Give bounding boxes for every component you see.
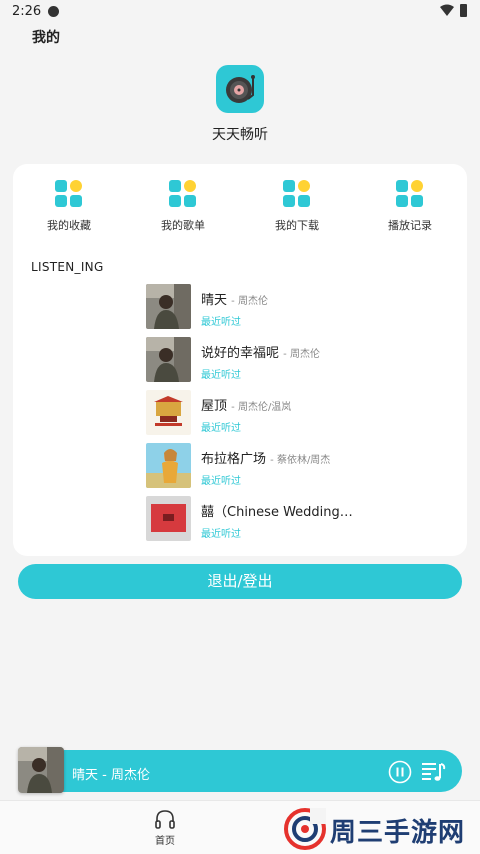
list-item[interactable]: 布拉格广场 - 蔡依林/周杰 最近听过 — [146, 443, 446, 489]
tab-home[interactable]: 首页 — [145, 808, 185, 850]
favorites-label: 我的收藏 — [47, 219, 91, 232]
history-button[interactable]: 播放记录 — [360, 180, 460, 236]
list-item[interactable]: 囍（Chinese Wedding… 最近听过 — [146, 496, 446, 542]
album-cover — [146, 496, 191, 541]
profile-name: 天天畅听 — [212, 127, 268, 143]
tab-home-label: 首页 — [155, 836, 175, 847]
song-artist: - 周杰伦 — [283, 349, 320, 360]
song-title: 囍（Chinese Wedding… — [201, 505, 353, 520]
recently-played-label: 最近听过 — [201, 370, 241, 381]
song-artist: - 周杰伦 — [231, 296, 268, 307]
list-item[interactable]: 屋顶 - 周杰伦/温岚 最近听过 — [146, 390, 446, 436]
battery-icon — [460, 4, 467, 17]
list-item[interactable]: 晴天 - 周杰伦 最近听过 — [146, 284, 446, 330]
grid-icon — [169, 180, 197, 208]
recently-played-label: 最近听过 — [201, 423, 241, 434]
wifi-icon — [440, 4, 454, 16]
recently-played-label: 最近听过 — [201, 529, 241, 540]
library-card: 我的收藏 我的歌单 我的下载 播放记录 LISTEN_ING 晴天 - 周杰伦 … — [13, 164, 467, 556]
song-title: 屋顶 - 周杰伦/温岚 — [201, 399, 292, 414]
playlists-button[interactable]: 我的歌单 — [133, 180, 233, 236]
song-artist: - 周杰伦/温岚 — [231, 402, 292, 413]
favorites-button[interactable]: 我的收藏 — [19, 180, 119, 236]
song-title: 晴天 - 周杰伦 — [201, 293, 268, 308]
pause-icon[interactable] — [388, 760, 412, 784]
section-title: LISTEN_ING — [31, 260, 104, 274]
song-artist: - 蔡依林/周杰 — [270, 455, 331, 466]
page-title: 我的 — [32, 30, 60, 46]
grid-icon — [283, 180, 311, 208]
list-item[interactable]: 说好的幸福呢 - 周杰伦 最近听过 — [146, 337, 446, 383]
album-cover — [146, 337, 191, 382]
playlist-icon[interactable] — [420, 758, 446, 784]
status-time: 2:26 — [12, 4, 42, 19]
watermark-logo-icon — [284, 808, 326, 850]
player-album-cover[interactable] — [18, 747, 64, 793]
now-playing-title: 晴天 - 周杰伦 — [72, 768, 150, 783]
status-bar: 2:26 — [0, 0, 480, 24]
playlists-label: 我的歌单 — [161, 219, 205, 232]
headphones-icon — [155, 810, 175, 829]
album-cover — [146, 390, 191, 435]
recently-played-label: 最近听过 — [201, 476, 241, 487]
logout-button[interactable]: 退出/登出 — [18, 564, 462, 599]
watermark-text: 周三手游网 — [330, 818, 466, 848]
grid-icon — [55, 180, 83, 208]
history-label: 播放记录 — [388, 219, 432, 232]
album-cover — [146, 443, 191, 488]
song-title: 说好的幸福呢 - 周杰伦 — [201, 346, 320, 361]
downloads-label: 我的下载 — [275, 219, 319, 232]
song-title: 布拉格广场 - 蔡依林/周杰 — [201, 452, 331, 467]
avatar[interactable] — [216, 65, 264, 113]
downloads-button[interactable]: 我的下载 — [247, 180, 347, 236]
recently-played-label: 最近听过 — [201, 317, 241, 328]
watermark: 周三手游网 — [284, 808, 474, 850]
grid-icon — [396, 180, 424, 208]
notification-dot-icon — [48, 6, 59, 17]
album-cover — [146, 284, 191, 329]
turntable-icon — [226, 75, 255, 103]
